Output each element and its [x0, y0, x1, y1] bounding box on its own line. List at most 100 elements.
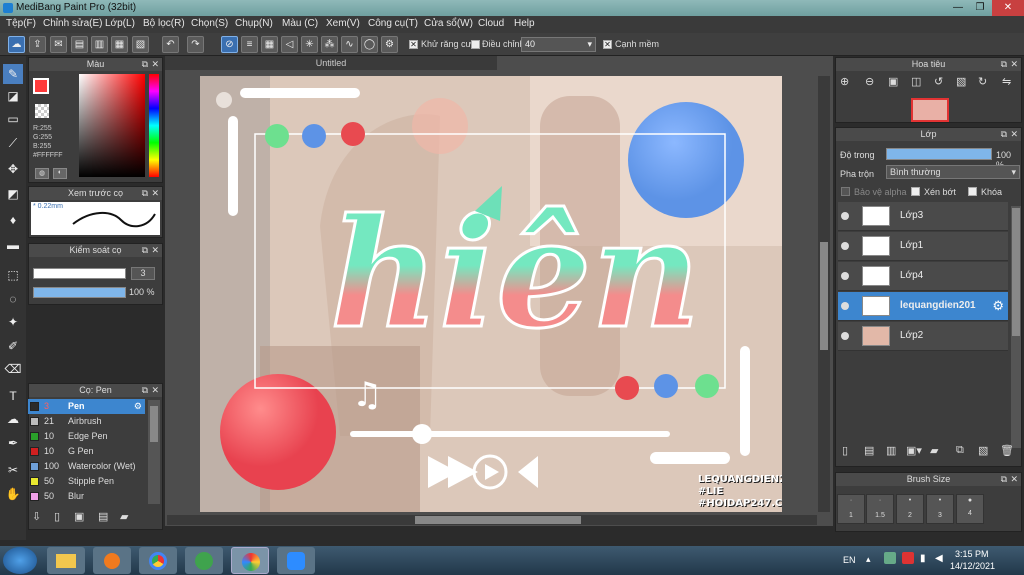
- close-panel-icon[interactable]: ✕: [151, 58, 159, 71]
- tray-app-icon[interactable]: [902, 552, 914, 564]
- horizontal-scrollbar[interactable]: [167, 515, 817, 525]
- reset-icon[interactable]: ▧: [956, 75, 966, 88]
- brush-opacity-slider[interactable]: [33, 287, 126, 298]
- brush-item-stipple-pen[interactable]: 50 Stipple Pen: [28, 474, 145, 489]
- select-eraser-icon[interactable]: ⌫: [3, 359, 23, 379]
- snap-off-icon[interactable]: ⊘: [221, 36, 238, 53]
- coccoc-icon[interactable]: [185, 547, 223, 574]
- radial-snap-icon[interactable]: ✳: [301, 36, 318, 53]
- brush-item-airbrush[interactable]: 21 Airbrush: [28, 414, 145, 429]
- menu-color[interactable]: Màu (C): [282, 18, 318, 29]
- popout-icon[interactable]: ⧉: [142, 58, 148, 71]
- brush-size-preset[interactable]: ● 4: [956, 494, 984, 524]
- layer-row[interactable]: Lớp4: [838, 262, 1008, 291]
- primary-color-swatch[interactable]: [33, 78, 49, 94]
- close-panel-icon[interactable]: ✕: [151, 187, 159, 200]
- vertical-scrollbar[interactable]: [818, 76, 830, 512]
- text-tool-icon[interactable]: T: [3, 386, 23, 406]
- adjust-select[interactable]: 40 ▾: [521, 37, 596, 52]
- media-player-icon[interactable]: [93, 547, 131, 574]
- grid-icon[interactable]: ▦: [111, 36, 128, 53]
- brush-list-scrollbar[interactable]: [148, 400, 160, 504]
- clock-date[interactable]: 14/12/2021: [950, 561, 995, 571]
- menu-cloud[interactable]: Cloud: [478, 18, 504, 29]
- new-layer-icon[interactable]: ▯: [842, 444, 848, 457]
- chevron-up-icon[interactable]: ▴: [866, 554, 871, 565]
- popout-icon[interactable]: ⧉: [142, 187, 148, 200]
- maximize-button[interactable]: ❐: [966, 0, 994, 16]
- layer-row[interactable]: Lớp3: [838, 202, 1008, 231]
- menu-file[interactable]: Tệp(F): [6, 18, 36, 29]
- rectangle-tool-icon[interactable]: ▭: [3, 109, 23, 129]
- curve-snap-icon[interactable]: ∿: [341, 36, 358, 53]
- download-brush-icon[interactable]: ⇩: [32, 510, 41, 523]
- zoom-in-icon[interactable]: ⊕: [840, 75, 849, 88]
- vanishing-snap-icon[interactable]: ◁: [281, 36, 298, 53]
- network-icon[interactable]: ▮: [920, 553, 926, 564]
- new-brush-icon[interactable]: ▯: [54, 510, 60, 523]
- folder-icon[interactable]: ▰: [120, 510, 128, 523]
- circle-snap-icon[interactable]: ◯: [361, 36, 378, 53]
- flip-icon[interactable]: ⇋: [1002, 75, 1011, 88]
- bucket-tool-icon[interactable]: ♦: [3, 210, 23, 230]
- menu-view[interactable]: Xem(V): [326, 18, 360, 29]
- layer-list-scrollbar[interactable]: [1011, 206, 1021, 448]
- eye-icon[interactable]: [841, 242, 849, 250]
- menu-capture[interactable]: Chụp(N): [235, 18, 273, 29]
- eyedropper-tool-icon[interactable]: ✒: [3, 433, 23, 453]
- balloon-tool-icon[interactable]: ☁: [3, 409, 23, 429]
- brush-size-slider[interactable]: [33, 268, 126, 279]
- saturation-value-picker[interactable]: [79, 74, 145, 177]
- menu-layer[interactable]: Lớp(L): [105, 18, 135, 29]
- protect-alpha-checkbox[interactable]: [841, 187, 850, 196]
- document-icon[interactable]: ▤: [71, 36, 88, 53]
- new-halftone-layer-icon[interactable]: ▤: [864, 444, 874, 457]
- gear-icon[interactable]: ⚙: [992, 298, 1004, 314]
- radial-lines-icon[interactable]: ⁂: [321, 36, 338, 53]
- menu-select[interactable]: Chọn(S): [191, 18, 228, 29]
- close-panel-icon[interactable]: ✕: [1010, 58, 1018, 71]
- menu-edit[interactable]: Chỉnh sửa(E): [43, 18, 103, 29]
- start-button[interactable]: [3, 547, 37, 574]
- divider-tool-icon[interactable]: ✂: [3, 460, 23, 480]
- color-mode-button[interactable]: ◍: [35, 168, 49, 179]
- popout-icon[interactable]: ⧉: [1001, 128, 1007, 141]
- select-pen-icon[interactable]: ✐: [3, 336, 23, 356]
- clock-time[interactable]: 3:15 PM: [955, 549, 989, 559]
- popout-icon[interactable]: ⧉: [1001, 58, 1007, 71]
- brush-item-pen[interactable]: 3 Pen ⚙: [28, 399, 145, 414]
- merge-layer-icon[interactable]: ▧: [978, 444, 988, 457]
- add-layer-menu-icon[interactable]: ▣▾: [906, 444, 922, 457]
- delete-layer-icon[interactable]: 🗑: [1000, 444, 1014, 457]
- brush-size-input[interactable]: 3: [131, 267, 155, 280]
- brush-settings-icon[interactable]: ▤: [98, 510, 108, 523]
- eye-icon[interactable]: [841, 212, 849, 220]
- rotate-right-icon[interactable]: ↻: [978, 75, 987, 88]
- eye-icon[interactable]: [841, 332, 849, 340]
- lock-checkbox[interactable]: [968, 187, 977, 196]
- color-palette-button[interactable]: ◐: [53, 168, 67, 179]
- gear-icon[interactable]: ⚙: [134, 399, 142, 414]
- add-brush-icon[interactable]: ▣: [74, 510, 84, 523]
- close-panel-icon[interactable]: ✕: [1010, 128, 1018, 141]
- zoom-out-icon[interactable]: ⊖: [865, 75, 874, 88]
- document-tab[interactable]: Untitled: [165, 56, 497, 70]
- transparent-color-swatch[interactable]: [35, 104, 49, 118]
- comment-icon[interactable]: ✉: [50, 36, 67, 53]
- antialias-checkbox[interactable]: ✕: [409, 40, 418, 49]
- close-panel-icon[interactable]: ✕: [151, 384, 159, 397]
- adjust-checkbox[interactable]: [471, 40, 480, 49]
- hue-slider[interactable]: [149, 74, 159, 177]
- brush-item-edge-pen[interactable]: 10 Edge Pen: [28, 429, 145, 444]
- close-panel-icon[interactable]: ✕: [1010, 473, 1018, 486]
- file-explorer-icon[interactable]: [47, 547, 85, 574]
- brush-size-preset[interactable]: • 2: [896, 494, 924, 524]
- layer-opacity-slider[interactable]: [886, 148, 992, 160]
- volume-icon[interactable]: ◀: [935, 553, 943, 564]
- duplicate-layer-icon[interactable]: ⧉: [956, 444, 964, 457]
- close-panel-icon[interactable]: ✕: [151, 244, 159, 257]
- cloud-icon[interactable]: ☁: [8, 36, 25, 53]
- brush-size-preset[interactable]: · 1: [837, 494, 865, 524]
- brush-item-g-pen[interactable]: 10 G Pen: [28, 444, 145, 459]
- menu-tools[interactable]: Công cụ(T): [368, 18, 418, 29]
